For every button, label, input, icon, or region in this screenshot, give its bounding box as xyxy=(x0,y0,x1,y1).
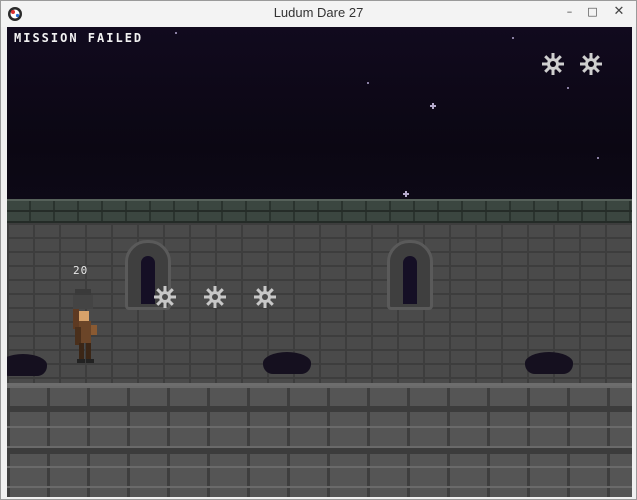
castle-window xyxy=(387,240,433,310)
gear-icon xyxy=(204,286,226,308)
star xyxy=(367,82,369,84)
star xyxy=(175,32,177,34)
night-sky xyxy=(7,27,632,199)
stone-ground xyxy=(7,383,632,497)
player-score-label: 20 xyxy=(73,264,89,277)
castle-wall-top xyxy=(7,199,632,223)
player-character xyxy=(73,289,97,363)
shadow-blob xyxy=(263,352,311,374)
star xyxy=(430,103,436,109)
close-button[interactable]: ✕ xyxy=(604,1,634,21)
star xyxy=(512,37,514,39)
gear-icon xyxy=(542,53,564,75)
game-canvas[interactable]: MISSION FAILED 20 xyxy=(7,27,632,497)
mission-status-text: MISSION FAILED xyxy=(14,31,144,45)
maximize-button[interactable]: □ xyxy=(579,1,606,21)
star xyxy=(567,87,569,89)
window-title: Ludum Dare 27 xyxy=(273,5,364,20)
gear-icon xyxy=(154,286,176,308)
star xyxy=(597,157,599,159)
shadow-blob xyxy=(7,354,47,376)
title-bar[interactable]: Ludum Dare 27 – □ ✕ xyxy=(1,1,636,27)
app-window: Ludum Dare 27 – □ ✕ MISSION FAILED 20 xyxy=(0,0,637,500)
shadow-blob xyxy=(525,352,573,374)
star xyxy=(403,191,409,197)
gear-icon xyxy=(254,286,276,308)
gear-icon xyxy=(580,53,602,75)
